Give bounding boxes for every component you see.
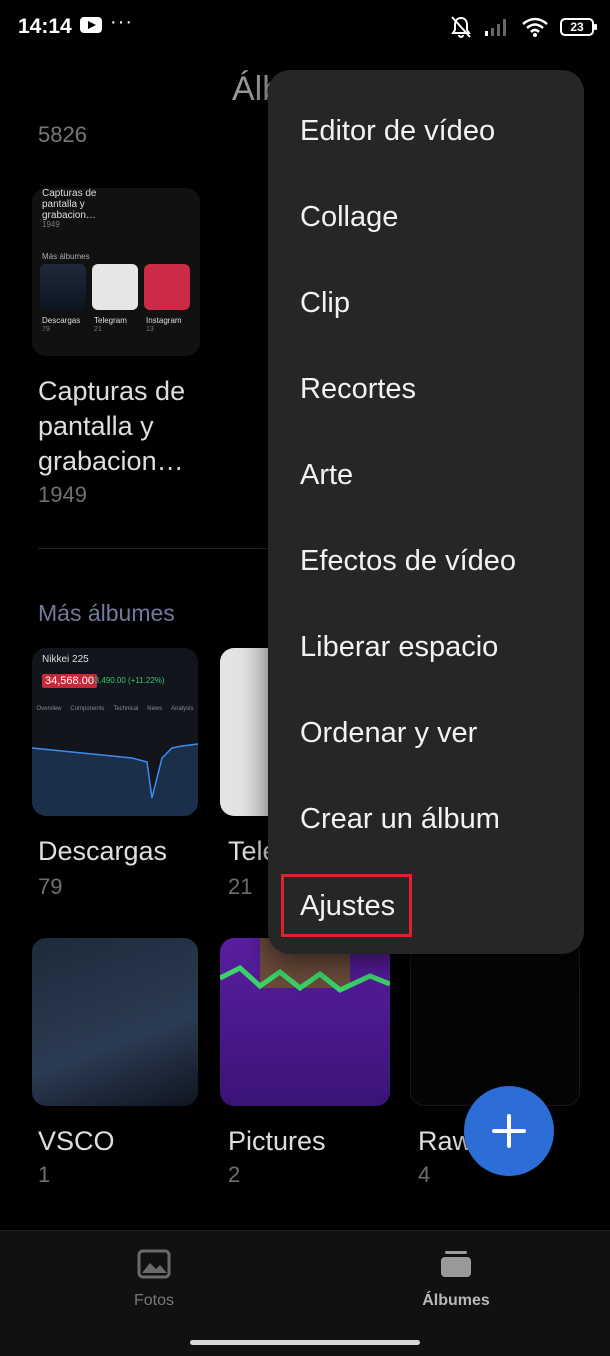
stock-tab: Components	[70, 706, 105, 712]
stock-tabs: Overview Components Technical News Analy…	[32, 706, 198, 712]
thumb-tile-label: Descargas	[42, 316, 81, 325]
menu-item-label: Arte	[300, 458, 354, 491]
photo-icon	[137, 1249, 171, 1279]
album-count: 5826	[38, 122, 87, 147]
menu-item-crear-album[interactable]: Crear un álbum	[268, 776, 584, 862]
thumb-tile-label: Telegram	[94, 316, 127, 325]
nav-label: Fotos	[133, 1292, 174, 1309]
nav-label: Álbumes	[422, 1292, 490, 1309]
menu-item-recortes[interactable]: Recortes	[268, 346, 584, 432]
thumb-album-count: 1949	[42, 220, 60, 229]
stock-price: 34,568.00	[42, 674, 97, 688]
menu-item-label: Clip	[300, 286, 350, 319]
thumb-tile-telegram	[92, 264, 138, 310]
menu-item-label: Crear un álbum	[300, 802, 500, 835]
home-indicator[interactable]	[190, 1340, 420, 1345]
menu-item-ordenar-ver[interactable]: Ordenar y ver	[268, 690, 584, 776]
album-name[interactable]: VSCO	[38, 1124, 115, 1159]
thumb-album-title: Capturas de pantalla y grabacion…	[42, 188, 97, 221]
more-notifications-icon: ···	[110, 11, 133, 33]
battery-icon: 23	[560, 18, 597, 36]
menu-item-liberar-espacio[interactable]: Liberar espacio	[268, 604, 584, 690]
album-count: 1	[38, 1162, 51, 1187]
menu-item-ajustes[interactable]: Ajustes	[268, 862, 584, 948]
nav-tab-albumes[interactable]: Álbumes	[386, 1249, 526, 1310]
album-name[interactable]: Descargas	[38, 834, 167, 869]
album-name[interactable]: Capturas de pantalla y grabacion…	[38, 374, 238, 479]
thumb-tile-descargas	[40, 264, 86, 310]
stock-change: +3,490.00 (+11.22%)	[90, 676, 165, 685]
more-albums-heading: Más álbumes	[38, 600, 175, 626]
nav-tab-fotos[interactable]: Fotos	[84, 1249, 224, 1310]
menu-item-label: Editor de vídeo	[300, 114, 496, 147]
stock-tab: News	[147, 706, 163, 712]
album-count: 2	[228, 1162, 241, 1187]
pictures-art-graphic	[220, 938, 390, 993]
signal-icon	[485, 19, 506, 36]
album-thumbnail-raw[interactable]	[410, 938, 580, 1106]
status-time: 14:14	[18, 15, 72, 38]
thumb-tile-label: Instagram	[146, 316, 182, 325]
thumb-more-albums: Más álbumes	[42, 252, 90, 261]
stock-tab: Technical	[113, 706, 139, 712]
stock-tab: Overview	[36, 706, 62, 712]
menu-item-arte[interactable]: Arte	[268, 432, 584, 518]
stock-chart-graphic	[32, 743, 198, 816]
thumb-tile-count: 13	[146, 326, 154, 333]
bottom-nav: Fotos Álbumes	[0, 1230, 610, 1356]
album-name[interactable]: Pictures	[228, 1124, 326, 1159]
divider	[38, 548, 278, 549]
youtube-icon	[80, 17, 102, 33]
menu-item-collage[interactable]: Collage	[268, 174, 584, 260]
wifi-icon	[522, 17, 548, 37]
menu-item-label: Ordenar y ver	[300, 716, 478, 749]
menu-item-label: Ajustes	[280, 873, 413, 937]
menu-item-label: Collage	[300, 200, 399, 233]
status-icons: 23	[450, 14, 597, 40]
thumb-tile-count: 79	[42, 326, 50, 333]
album-count: 1949	[38, 482, 87, 507]
menu-item-efectos-video[interactable]: Efectos de vídeo	[268, 518, 584, 604]
menu-item-label: Recortes	[300, 372, 417, 405]
bell-off-icon	[451, 16, 471, 38]
add-album-button[interactable]	[464, 1086, 554, 1176]
albums-icon	[441, 1251, 471, 1277]
stock-ticker: Nikkei 225	[42, 654, 89, 665]
menu-item-label: Efectos de vídeo	[300, 544, 517, 577]
plus-icon	[492, 1114, 526, 1148]
thumb-tile-count: 21	[94, 326, 102, 333]
menu-item-clip[interactable]: Clip	[268, 260, 584, 346]
overflow-menu: Editor de vídeo Collage Clip Recortes Ar…	[268, 70, 584, 954]
album-count: 79	[38, 874, 63, 899]
album-count: 4	[418, 1162, 431, 1187]
menu-item-editor-video[interactable]: Editor de vídeo	[268, 88, 584, 174]
album-thumbnail-descargas[interactable]: Nikkei 225 34,568.00 +3,490.00 (+11.22%)…	[32, 648, 198, 816]
status-bar: 14:14 ··· 23	[0, 0, 610, 56]
stock-tab: Analysis	[171, 706, 194, 712]
menu-item-label: Liberar espacio	[300, 630, 499, 663]
album-thumbnail-pictures[interactable]	[220, 938, 390, 1106]
album-count: 21	[228, 874, 253, 899]
album-thumbnail-vsco[interactable]	[32, 938, 198, 1106]
thumb-tile-instagram	[144, 264, 190, 310]
